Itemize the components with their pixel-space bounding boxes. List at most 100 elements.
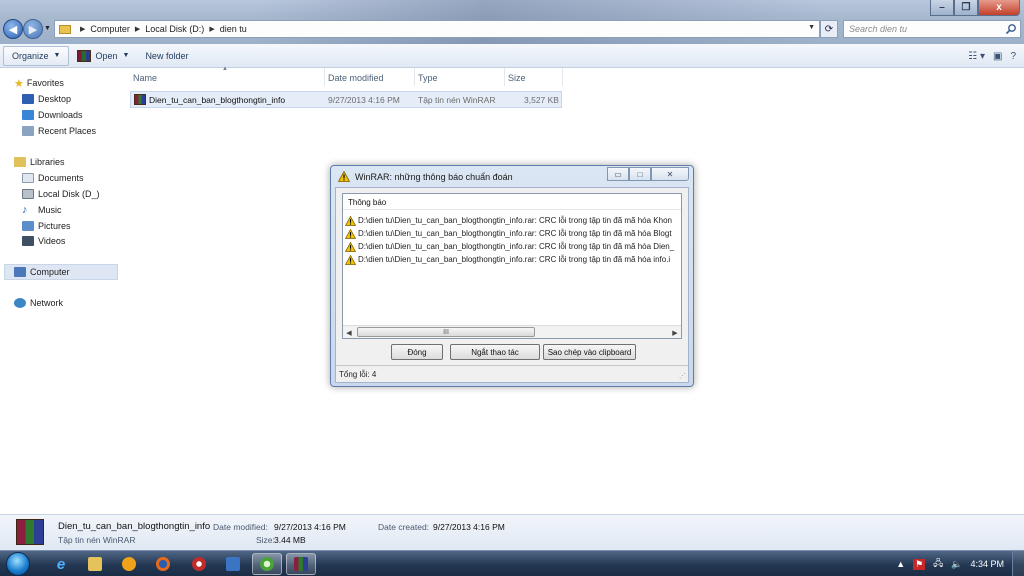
firefox-icon	[156, 557, 170, 571]
file-row[interactable]: Dien_tu_can_ban_blogthongtin_info 9/27/2…	[130, 91, 562, 108]
dialog-maximize-button[interactable]: □	[629, 167, 651, 181]
sidebar-label: Recent Places	[38, 126, 97, 136]
back-button[interactable]: ◀	[3, 19, 23, 39]
sidebar-item-downloads[interactable]: Downloads	[22, 108, 83, 122]
messages-list[interactable]: Thông báo D:\dien tu\Dien_tu_can_ban_blo…	[342, 193, 682, 339]
app-icon	[192, 557, 206, 571]
desktop-icon	[22, 94, 34, 104]
network-icon[interactable]: 🖧	[933, 556, 943, 572]
list-item[interactable]: D:\dien tu\Dien_tu_can_ban_blogthongtin_…	[345, 214, 679, 227]
chevron-down-icon: ▼	[122, 52, 130, 59]
show-hidden-icons-icon[interactable]: ▲	[896, 559, 905, 569]
sidebar-label: Downloads	[38, 110, 83, 120]
refresh-icon: ⟳	[824, 23, 834, 35]
dialog-window-controls: ▭ □ ✕	[607, 167, 689, 181]
chevron-right-icon[interactable]: ▶	[80, 25, 85, 33]
videos-icon	[22, 236, 34, 246]
column-divider[interactable]	[414, 68, 415, 86]
list-item[interactable]: D:\dien tu\Dien_tu_can_ban_blogthongtin_…	[345, 253, 679, 266]
sidebar-item-computer[interactable]: Computer	[14, 265, 70, 279]
minimize-button[interactable]: –	[930, 0, 954, 16]
open-button[interactable]: Open ▼	[69, 46, 137, 66]
taskbar-app-media-player[interactable]	[114, 553, 144, 575]
dialog-minimize-button[interactable]: ▭	[607, 167, 629, 181]
forward-button[interactable]: ▶	[23, 19, 43, 39]
list-item[interactable]: D:\dien tu\Dien_tu_can_ban_blogthongtin_…	[345, 227, 679, 240]
column-header-name[interactable]: Name	[133, 70, 157, 86]
horizontal-scrollbar[interactable]: ◀ III ▶	[343, 325, 681, 338]
refresh-button[interactable]: ⟳	[820, 20, 838, 38]
message-text: D:\dien tu\Dien_tu_can_ban_blogthongtin_…	[358, 229, 672, 238]
computer-icon	[14, 267, 26, 277]
start-button[interactable]	[6, 552, 30, 576]
sidebar-item-recent-places[interactable]: Recent Places	[22, 124, 96, 138]
taskbar-app-6[interactable]	[252, 553, 282, 575]
chevron-right-icon[interactable]: ▶	[209, 25, 214, 33]
column-divider[interactable]	[324, 68, 325, 86]
break-operation-button[interactable]: Ngắt thao tác	[450, 344, 540, 360]
dialog-close-button[interactable]: ✕	[651, 167, 689, 181]
sidebar-item-network[interactable]: Network	[14, 296, 63, 310]
preview-pane-icon[interactable]: ▣	[993, 51, 1002, 62]
breadcrumb-computer[interactable]: Computer	[90, 24, 130, 34]
column-header-date-modified[interactable]: Date modified	[328, 70, 384, 86]
clock[interactable]: 4:34 PM	[970, 559, 1004, 569]
app-icon	[260, 557, 274, 571]
taskbar-app-winrar[interactable]	[286, 553, 316, 575]
arrow-left-icon: ◀	[8, 23, 18, 36]
taskbar-app-firefox[interactable]	[148, 553, 178, 575]
search-input[interactable]: Search dien tu	[843, 20, 1021, 38]
navigation-pane: ★ Favorites Desktop Downloads Recent Pla…	[0, 68, 122, 514]
show-desktop-button[interactable]	[1012, 551, 1024, 576]
recent-pages-dropdown[interactable]: ▼	[44, 25, 51, 32]
sidebar-item-libraries[interactable]: Libraries	[14, 155, 65, 169]
column-divider[interactable]	[504, 68, 505, 86]
message-text: D:\dien tu\Dien_tu_can_ban_blogthongtin_…	[358, 216, 672, 225]
address-dropdown-icon[interactable]: ▼	[808, 24, 815, 31]
scrollbar-thumb[interactable]: III	[357, 327, 535, 337]
taskbar-app-5[interactable]	[218, 553, 248, 575]
winrar-icon	[294, 557, 308, 571]
volume-icon[interactable]: 🔈	[951, 559, 962, 570]
change-view-icon[interactable]: ☷ ▾	[968, 51, 985, 62]
new-folder-button[interactable]: New folder	[137, 46, 196, 66]
action-center-icon[interactable]: ⚑	[913, 558, 926, 570]
help-icon[interactable]: ?	[1010, 51, 1016, 62]
list-item[interactable]: D:\dien tu\Dien_tu_can_ban_blogthongtin_…	[345, 240, 679, 253]
column-header-size[interactable]: Size	[508, 70, 526, 86]
sidebar-item-local-disk[interactable]: Local Disk (D_)	[22, 187, 100, 201]
taskbar-app-explorer[interactable]	[80, 553, 110, 575]
winrar-icon	[77, 49, 92, 62]
taskbar-app-4[interactable]	[184, 553, 214, 575]
arrow-right-icon: ▶	[28, 23, 38, 36]
close-button[interactable]: x	[978, 0, 1020, 16]
sidebar-item-desktop[interactable]: Desktop	[22, 92, 71, 106]
sidebar-item-videos[interactable]: Videos	[22, 234, 65, 248]
sidebar-item-music[interactable]: ♪ Music	[22, 203, 62, 217]
details-size: 3.44 MB	[274, 535, 306, 545]
warning-icon	[345, 254, 356, 265]
taskbar-app-ie[interactable]: e	[46, 553, 76, 575]
copy-to-clipboard-button[interactable]: Sao chép vào clipboard	[543, 344, 636, 360]
column-divider[interactable]	[562, 68, 563, 86]
sidebar-item-favorites[interactable]: ★ Favorites	[14, 76, 64, 90]
sidebar-item-pictures[interactable]: Pictures	[22, 219, 71, 233]
chevron-right-icon[interactable]: ▶	[135, 25, 140, 33]
address-bar[interactable]: ▶ Computer ▶ Local Disk (D:) ▶ dien tu ▼	[54, 20, 820, 38]
resize-grip-icon[interactable]: ⋰	[679, 372, 686, 380]
close-dialog-button[interactable]: Đóng	[391, 344, 443, 360]
scroll-right-icon[interactable]: ▶	[669, 327, 681, 338]
sidebar-item-documents[interactable]: Documents	[22, 171, 84, 185]
search-icon[interactable]	[1005, 23, 1017, 35]
command-toolbar: Organize ▼ Open ▼ New folder ☷ ▾ ▣ ?	[0, 44, 1024, 68]
breadcrumb-local-disk[interactable]: Local Disk (D:)	[145, 24, 204, 34]
file-size: 3,527 KB	[524, 95, 559, 105]
search-placeholder: Search dien tu	[849, 24, 908, 34]
column-header-type[interactable]: Type	[418, 70, 438, 86]
breadcrumb-dien-tu[interactable]: dien tu	[220, 24, 247, 34]
media-player-icon	[122, 557, 136, 571]
maximize-button[interactable]: ❐	[954, 0, 978, 16]
scroll-left-icon[interactable]: ◀	[343, 327, 355, 338]
list-header[interactable]: Thông báo	[343, 194, 681, 210]
organize-button[interactable]: Organize ▼	[3, 45, 70, 66]
